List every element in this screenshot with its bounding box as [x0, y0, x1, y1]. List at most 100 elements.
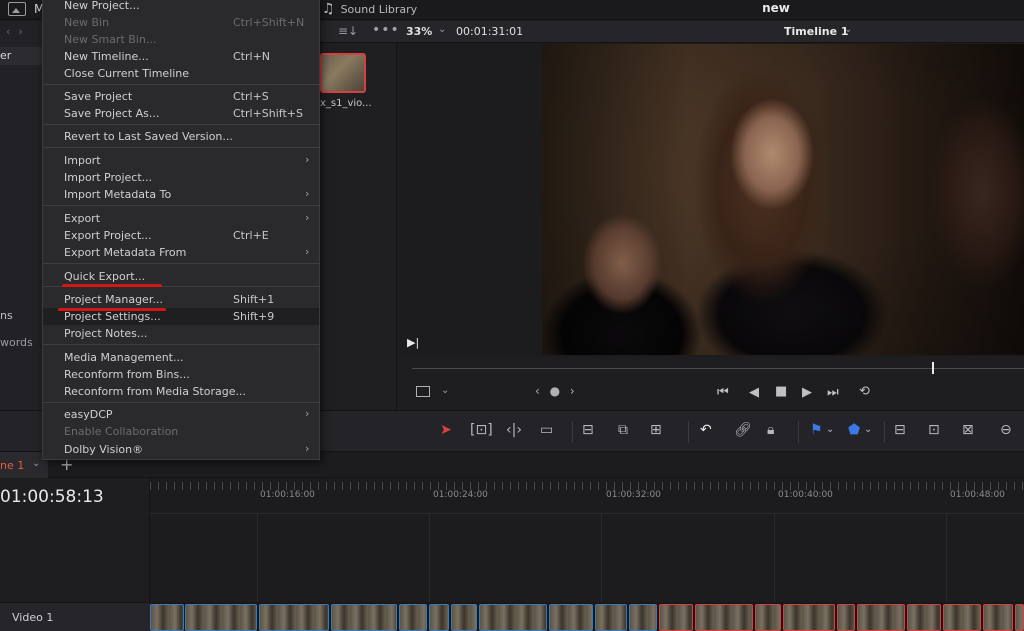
menu-item-export-metadata[interactable]: Export Metadata From › — [43, 244, 319, 261]
divider — [798, 421, 799, 443]
link-icon[interactable]: 🔗︎ — [734, 422, 752, 438]
media-pool: x_s1_vio... — [320, 43, 396, 410]
snapping-icon[interactable]: ↶ — [700, 422, 712, 438]
timeline-clip[interactable] — [595, 604, 627, 631]
menu-item-dolby-vision[interactable]: Dolby Vision® › — [43, 441, 319, 458]
menu-item-export-project[interactable]: Export Project... Ctrl+E — [43, 227, 319, 244]
ruler-label: 01:00:24:00 — [433, 490, 488, 500]
bin-header[interactable]: er — [0, 47, 42, 65]
timeline-clip[interactable] — [629, 604, 657, 631]
zoom-level[interactable]: 33% — [406, 25, 432, 38]
timeline-clip[interactable] — [907, 604, 941, 631]
menu-item-import-metadata[interactable]: Import Metadata To › — [43, 186, 319, 203]
chevron-down-icon[interactable]: ⌄ — [441, 385, 449, 396]
divider — [688, 421, 689, 443]
menu-item-export[interactable]: Export › — [43, 210, 319, 227]
transform-icon[interactable] — [416, 386, 430, 397]
ruler-label: 01:00:32:00 — [606, 490, 661, 500]
clip-thumbnail[interactable] — [320, 53, 366, 93]
trim-edit-icon[interactable]: [⊡] — [470, 422, 493, 438]
menu-item-project-notes[interactable]: Project Notes... — [43, 325, 319, 342]
menu-item-project-manager[interactable]: Project Manager... Shift+1 — [43, 291, 319, 308]
menu-item-close-timeline[interactable]: Close Current Timeline — [43, 65, 319, 82]
chevron-down-icon[interactable]: ⌄ — [826, 424, 834, 435]
menu-item-media-management[interactable]: Media Management... — [43, 349, 319, 366]
timeline-tracks[interactable] — [150, 514, 1024, 602]
zoom-detail-icon[interactable]: ⊡ — [928, 422, 940, 438]
menu-item-enable-collaboration: Enable Collaboration — [64, 425, 179, 438]
menu-item-new-timeline[interactable]: New Timeline... Ctrl+N — [43, 48, 319, 65]
lock-icon[interactable]: 🔒︎ — [767, 422, 774, 438]
stop-icon[interactable]: ■ — [775, 384, 787, 399]
menu-item-easydcp[interactable]: easyDCP › — [43, 406, 319, 423]
dynamic-trim-icon[interactable]: ‹|› — [506, 422, 522, 438]
ruler-label: 01:00:48:00 — [950, 490, 1005, 500]
sort-icon[interactable]: ≡↓ — [338, 24, 358, 38]
timeline-clip[interactable] — [943, 604, 981, 631]
video-frame[interactable] — [542, 44, 1024, 355]
left-panel: ‹› er ns words — [0, 21, 42, 410]
divider — [572, 421, 573, 443]
menu-item-revert[interactable]: Revert to Last Saved Version... — [43, 128, 319, 145]
play-reverse-icon[interactable]: ◀ — [749, 385, 759, 400]
zoom-custom-icon[interactable]: ⊠ — [962, 422, 974, 438]
timeline-selector[interactable]: Timeline 1 — [784, 25, 849, 38]
replace-clip-icon[interactable]: ⊞ — [650, 422, 662, 438]
zoom-out-icon[interactable]: ⊖ — [1000, 422, 1012, 438]
timeline-clip[interactable] — [659, 604, 693, 631]
timeline-clip[interactable] — [755, 604, 781, 631]
more-options-icon[interactable]: ••• — [372, 22, 400, 38]
timeline-clip[interactable] — [399, 604, 427, 631]
timeline-clip[interactable] — [783, 604, 835, 631]
track-header-video-1[interactable]: Video 1 — [0, 602, 150, 631]
timeline-clip[interactable] — [983, 604, 1013, 631]
timeline-clip[interactable] — [185, 604, 257, 631]
nav-arrows-icon[interactable]: ‹› — [6, 25, 31, 38]
jump-to-start-icon[interactable]: ⏮ — [717, 385, 729, 400]
timeline-clip[interactable] — [695, 604, 753, 631]
timeline-ruler[interactable]: 01:00:16:00 01:00:24:00 01:00:32:00 01:0… — [150, 478, 1024, 514]
insert-clip-icon[interactable]: ⊟ — [582, 422, 594, 438]
selection-arrow-icon[interactable]: ➤ — [440, 422, 452, 438]
timeline-clip[interactable] — [150, 604, 184, 631]
tab-label: ne 1 — [0, 459, 25, 472]
playhead[interactable] — [932, 362, 934, 374]
jump-to-end-icon[interactable]: ⏭ — [827, 385, 839, 400]
timeline-clip[interactable] — [479, 604, 547, 631]
menu-item-new-project[interactable]: New Project... — [43, 0, 319, 14]
menu-item-save-project-as[interactable]: Save Project As... Ctrl+Shift+S — [43, 105, 319, 122]
chevron-down-icon[interactable]: ⌄ — [438, 24, 446, 35]
clip-nav-icon[interactable]: ‹ ● › — [535, 384, 578, 398]
tab-timeline-1[interactable]: ne 1 — [0, 452, 48, 478]
menu-divider — [43, 263, 319, 264]
play-edge-icon[interactable]: ▶| — [407, 336, 419, 349]
clip-label: x_s1_vio... — [320, 98, 372, 109]
menu-item-reconform-bins[interactable]: Reconform from Bins... — [43, 366, 319, 383]
timeline-clip[interactable] — [549, 604, 593, 631]
blade-icon[interactable]: ▭ — [540, 422, 553, 438]
chevron-down-icon[interactable]: ⌄ — [844, 24, 852, 35]
chevron-down-icon[interactable]: ⌄ — [32, 458, 40, 469]
loop-icon[interactable]: ⟲ — [859, 384, 870, 399]
chevron-right-icon: › — [305, 211, 310, 224]
marker-icon[interactable]: ⬟ — [848, 422, 860, 438]
overwrite-clip-icon[interactable]: ⧉ — [618, 422, 628, 438]
timeline-clip[interactable] — [1015, 604, 1024, 631]
chevron-down-icon[interactable]: ⌄ — [864, 424, 872, 435]
chevron-right-icon: › — [305, 407, 310, 420]
track-name: Video 1 — [12, 611, 54, 624]
timeline-clip[interactable] — [837, 604, 855, 631]
play-icon[interactable]: ▶ — [802, 385, 812, 400]
timeline-clip[interactable] — [451, 604, 477, 631]
zoom-full-icon[interactable]: ⊟ — [894, 422, 906, 438]
flag-icon[interactable]: ⚑ — [810, 422, 823, 438]
timeline-clip[interactable] — [259, 604, 329, 631]
menu-item-reconform-storage[interactable]: Reconform from Media Storage... — [43, 383, 319, 400]
timeline-clip[interactable] — [331, 604, 397, 631]
menu-item-quick-export[interactable]: Quick Export... — [43, 268, 319, 285]
menu-item-import[interactable]: Import › — [43, 152, 319, 169]
menu-item-save-project[interactable]: Save Project Ctrl+S — [43, 88, 319, 105]
timeline-clip[interactable] — [429, 604, 449, 631]
menu-item-import-project[interactable]: Import Project... — [43, 169, 319, 186]
timeline-clip[interactable] — [857, 604, 905, 631]
